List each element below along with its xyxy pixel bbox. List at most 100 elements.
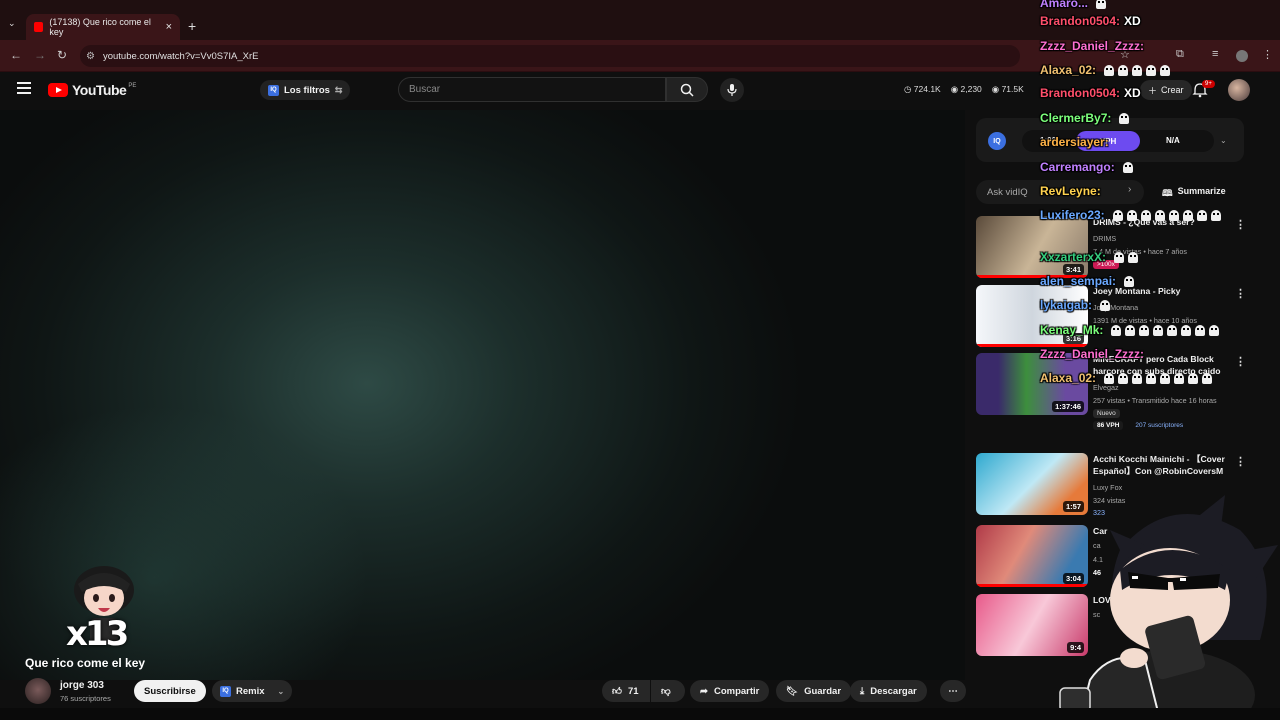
channel-name[interactable]: jorge 303	[60, 680, 104, 691]
video-meta: 324 vistas	[1093, 496, 1126, 505]
more-vertical-icon[interactable]: ⋮	[1235, 455, 1246, 468]
chat-username: Brandon0504:	[1040, 14, 1121, 28]
share-button[interactable]: ➦ Compartir	[690, 680, 770, 702]
create-label: Crear	[1161, 85, 1184, 95]
youtube-logo[interactable]: YouTube PE	[48, 82, 136, 98]
save-label: Guardar	[804, 685, 842, 697]
chat-username: Amaro...	[1040, 0, 1089, 10]
subscribe-button[interactable]: Suscribirse	[134, 680, 206, 702]
recommended-video[interactable]: 3:04 Car ca 4.1 46	[976, 525, 1266, 589]
thumbs-up-icon: 👍︎	[612, 686, 622, 697]
like-button[interactable]: 👍︎ 71	[602, 680, 650, 702]
more-vertical-icon[interactable]: ⋮	[1235, 287, 1246, 300]
filters-button[interactable]: IQ Los filtros ⇆	[260, 80, 351, 100]
ghost-emote-icon	[1119, 112, 1130, 124]
hamburger-menu-icon[interactable]	[17, 82, 31, 94]
video-thumbnail[interactable]: 1:57	[976, 453, 1088, 515]
recommended-video[interactable]: 1:57 Acchi Kocchi Mainichi - 【Cover Espa…	[976, 453, 1266, 517]
new-badge: Nuevo	[1093, 409, 1120, 418]
create-button[interactable]: ＋ Crear	[1140, 80, 1192, 100]
chat-message: alen_sempai:	[1040, 274, 1135, 288]
vidiq-stats: ◷ 724.1K ◉ 2,230 ◉ 71.5K	[904, 84, 1024, 95]
chevron-right-icon[interactable]: ›	[1128, 184, 1131, 195]
ghost-emote-icon	[1146, 64, 1157, 76]
address-bar[interactable]: ⚙ youtube.com/watch?v=Vv0S7IA_XrE	[80, 45, 1020, 67]
vidiq-logo-icon[interactable]: IQ	[988, 132, 1006, 150]
chat-message: ardersiayer:	[1040, 135, 1113, 149]
video-thumbnail[interactable]: 3:04	[976, 525, 1088, 587]
chat-username: lykaigab:	[1040, 298, 1093, 312]
subs-chip: 323	[1093, 508, 1105, 517]
back-icon[interactable]: ←	[10, 48, 22, 62]
chat-message: Amaro...	[1040, 0, 1107, 10]
extensions-icon[interactable]: ⧉	[1176, 48, 1184, 61]
ghost-emote-icon	[1154, 209, 1165, 221]
ghost-emote-icon	[1160, 64, 1171, 76]
more-actions-button[interactable]: ⋯	[940, 680, 966, 702]
media-icon[interactable]: ≡	[1212, 48, 1218, 60]
youtube-favicon-icon	[34, 22, 44, 32]
video-title: LOV	[1093, 595, 1111, 605]
chat-username: Zzzz_Daniel_Zzzz:	[1040, 347, 1145, 361]
reload-icon[interactable]: ↻	[57, 48, 67, 62]
remix-label: Remix	[236, 685, 265, 697]
tab-search-icon[interactable]: ⌄	[8, 18, 16, 29]
video-thumbnail[interactable]: 3:41	[976, 216, 1088, 278]
book-icon: 🕮	[1162, 188, 1173, 198]
search-button[interactable]	[666, 77, 708, 102]
summarize-button[interactable]: 🕮 Summarize	[1162, 186, 1226, 202]
share-arrow-icon: ➦	[700, 685, 708, 697]
recommended-video[interactable]: 1:37:46 MINECRAFT pero Cada Block harcor…	[976, 353, 1266, 433]
video-thumbnail[interactable]: 3:16	[976, 285, 1088, 347]
video-duration: 3:04	[1062, 573, 1084, 584]
chat-message: XxzarterxX:	[1040, 250, 1139, 264]
browser-tab[interactable]: (17138) Que rico come el key ×	[26, 14, 180, 40]
chat-username: ClermerBy7:	[1040, 111, 1112, 125]
ghost-emote-icon	[1132, 64, 1143, 76]
video-thumbnail[interactable]: 9:4	[976, 594, 1088, 656]
chat-username: Luxifero23:	[1040, 208, 1105, 222]
dislike-button[interactable]: 👎︎	[651, 680, 685, 702]
remix-button[interactable]: IQ Remix ⌄	[212, 680, 293, 702]
chevron-down-icon[interactable]: ⌄	[1220, 136, 1227, 145]
ghost-emote-icon	[1181, 324, 1192, 336]
ghost-emote-icon	[1104, 372, 1115, 384]
chat-message-text: XD	[1124, 14, 1141, 28]
new-tab-button[interactable]: +	[188, 18, 196, 34]
chat-username: RevLeyne:	[1040, 184, 1101, 198]
vidiq-icon: IQ	[268, 84, 279, 96]
channel-name: DRIMS	[1093, 234, 1117, 243]
chat-username: alen_sempai:	[1040, 274, 1117, 288]
tab-close-icon[interactable]: ×	[166, 21, 172, 33]
recommended-video[interactable]: 3:16 Joey Montana - Picky Joey Montana 1…	[976, 285, 1266, 349]
more-vertical-icon[interactable]: ⋮	[1235, 355, 1246, 368]
download-button[interactable]: ⤓ Descargar	[850, 680, 927, 702]
ghost-emote-icon	[1182, 209, 1193, 221]
youtube-logo-text: YouTube	[72, 82, 127, 98]
vph-chip: 86 VPH	[1093, 421, 1124, 430]
chat-message-text: XD	[1124, 86, 1141, 100]
microphone-icon	[727, 84, 737, 96]
profile-icon[interactable]	[1236, 50, 1248, 62]
ghost-emote-icon	[1128, 251, 1139, 263]
recommended-video[interactable]: 9:4 LOV sc	[976, 594, 1266, 658]
save-button[interactable]: 🔖︎ Guardar	[776, 680, 852, 702]
forward-icon[interactable]: →	[34, 48, 46, 62]
chat-message: lykaigab:	[1040, 298, 1111, 312]
sliders-icon: ⇆	[334, 84, 343, 95]
account-avatar[interactable]	[1228, 79, 1250, 101]
ghost-emote-icon	[1111, 324, 1122, 336]
more-vertical-icon[interactable]: ⋮	[1235, 218, 1246, 231]
subs-chip: 207 suscriptores	[1135, 422, 1184, 429]
voice-search-button[interactable]	[720, 78, 744, 102]
recommended-video[interactable]: 3:41 DRIMS - ¿Qué vas a ser? DRIMS 7,4 M…	[976, 216, 1266, 280]
ghost-emote-icon	[1196, 209, 1207, 221]
chat-username: Brandon0504:	[1040, 86, 1121, 100]
ghost-emote-icon	[1118, 64, 1129, 76]
chat-message: Kenay_Mk:	[1040, 323, 1220, 337]
site-info-icon[interactable]: ⚙	[86, 51, 95, 62]
chat-username: Carremango:	[1040, 160, 1115, 174]
channel-avatar[interactable]	[25, 678, 51, 704]
browser-menu-icon[interactable]: ⋮	[1262, 48, 1273, 61]
search-input[interactable]: Buscar	[398, 77, 666, 102]
